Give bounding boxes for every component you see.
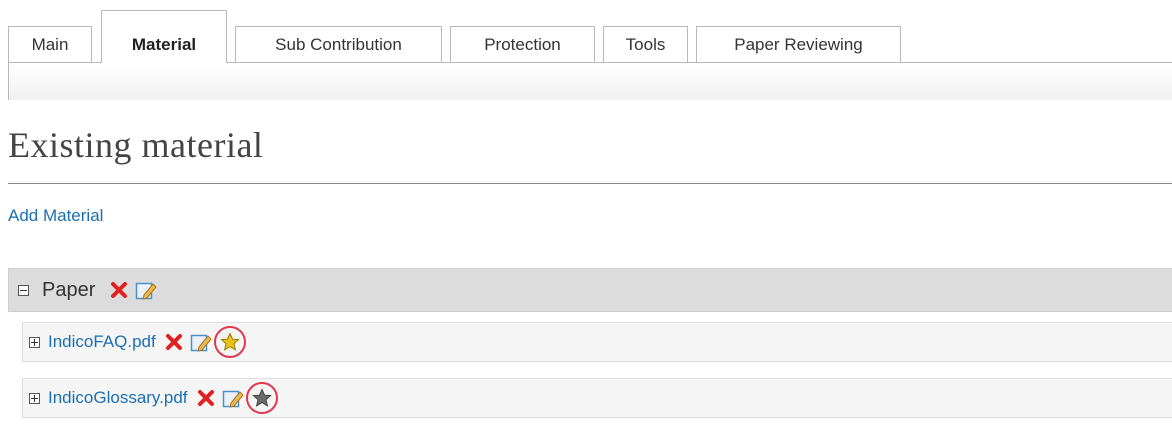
edit-icon[interactable]	[222, 387, 244, 409]
material-file-row: IndicoGlossary.pdf	[22, 378, 1172, 418]
tab-paper-reviewing[interactable]: Paper Reviewing	[696, 26, 901, 62]
tab-tools[interactable]: Tools	[603, 26, 688, 62]
main-resource-star-icon[interactable]	[213, 326, 246, 358]
set-main-resource-star-icon[interactable]	[245, 382, 278, 414]
tab-material[interactable]: Material	[101, 10, 227, 63]
collapse-toggle-icon[interactable]	[18, 284, 29, 296]
file-link[interactable]: IndicoGlossary.pdf	[48, 388, 188, 408]
add-material-link[interactable]: Add Material	[8, 206, 103, 226]
tab-content-panel	[8, 62, 1172, 100]
tab-main[interactable]: Main	[8, 26, 92, 62]
material-file-row: IndicoFAQ.pdf	[22, 322, 1172, 362]
expand-toggle-icon[interactable]	[29, 392, 40, 404]
title-divider	[8, 183, 1172, 184]
edit-icon[interactable]	[190, 331, 212, 353]
material-group-label: Paper	[42, 278, 96, 301]
delete-icon[interactable]	[109, 280, 129, 300]
expand-toggle-icon[interactable]	[29, 336, 40, 348]
delete-icon[interactable]	[196, 388, 216, 408]
file-link[interactable]: IndicoFAQ.pdf	[48, 332, 156, 352]
material-group-row: Paper	[8, 268, 1172, 312]
tab-sub-contribution[interactable]: Sub Contribution	[235, 26, 442, 62]
tab-bar: Main Material Sub Contribution Protectio…	[8, 0, 1172, 100]
edit-icon[interactable]	[135, 279, 158, 301]
delete-icon[interactable]	[164, 332, 184, 352]
tab-protection[interactable]: Protection	[450, 26, 595, 62]
page-title: Existing material	[8, 125, 264, 165]
